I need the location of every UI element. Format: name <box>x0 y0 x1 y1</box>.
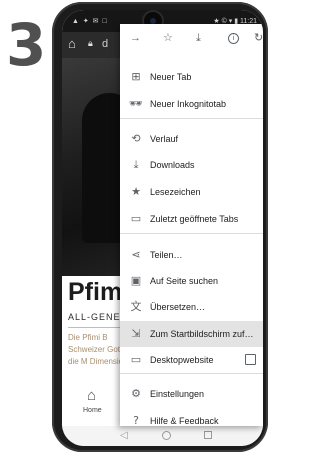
menu-item-find-in-page[interactable]: ▣ Auf Seite suchen <box>120 268 263 294</box>
page-description: Die Pfimi B Schweizer Gott, die M Dimens… <box>68 333 128 366</box>
menu-toolbar: → ☆ ⤓ i ↻ <box>120 24 263 52</box>
menu-item-label: Teilen… <box>150 250 183 260</box>
download-arrow-icon[interactable]: ⤓ <box>196 33 201 44</box>
find-in-page-icon: ▣ <box>130 274 142 287</box>
download-icon: ⤓ <box>133 158 139 171</box>
desktop-icon: ▭ <box>130 353 142 366</box>
menu-item-translate[interactable]: 文 Übersetzen… <box>120 294 263 320</box>
add-to-home-icon: ⇲ <box>131 327 141 340</box>
refresh-icon[interactable]: ↻ <box>254 33 263 44</box>
home-icon[interactable]: ⌂ <box>87 388 96 403</box>
phone-screen: ▲ ✦ ✉ □ ★ © ▾ ▮ 11:21 ⌂ 🔒︎ d Pfimi ALL-G… <box>62 10 263 446</box>
menu-item-share[interactable]: ⋖ Teilen… <box>120 242 263 268</box>
info-icon[interactable]: i <box>228 33 239 44</box>
menu-item-label: Zum Startbildschirm zuf… <box>150 329 254 339</box>
divider <box>68 327 128 328</box>
recent-tabs-icon: ▭ <box>130 212 142 225</box>
menu-item-label: Verlauf <box>150 134 179 144</box>
settings-icon: ⚙ <box>131 387 141 400</box>
share-icon: ⋖ <box>131 248 141 261</box>
incognito-icon: 🕶︎ <box>129 97 143 110</box>
lock-icon: 🔒︎ <box>88 38 93 48</box>
plus-box-icon: ⊞ <box>131 70 141 83</box>
menu-item-desktop[interactable]: ▭ Desktopwebsite <box>120 347 263 373</box>
star-icon: ★ <box>131 185 141 198</box>
menu-item-recent-tabs[interactable]: ▭ Zuletzt geöffnete Tabs <box>120 206 263 232</box>
menu-separator <box>120 118 263 119</box>
step-number: 3 <box>6 11 47 79</box>
translate-icon: 文 <box>130 300 142 313</box>
home-nav-label[interactable]: Home <box>83 407 102 414</box>
page-subtitle: ALL-GENE <box>68 312 121 322</box>
menu-item-history[interactable]: ⟲ Verlauf <box>120 126 263 152</box>
browser-home-icon[interactable]: ⌂ <box>68 37 76 50</box>
menu-item-label: Lesezeichen <box>150 187 201 197</box>
menu-item-label: Auf Seite suchen <box>150 276 219 286</box>
url-bar[interactable]: d <box>102 38 108 50</box>
menu-item-label: Neuer Tab <box>150 72 192 82</box>
menu-item-label: Hilfe & Feedback <box>150 416 219 426</box>
menu-item-label: Neuer Inkognitotab <box>150 99 227 109</box>
forward-arrow-icon[interactable]: → <box>130 33 141 44</box>
status-icons-left: ▲ ✦ ✉ □ <box>72 18 108 25</box>
menu-item-add-to-home[interactable]: ⇲ Zum Startbildschirm zuf… <box>120 321 263 347</box>
menu-item-label: Downloads <box>150 160 195 170</box>
menu-item-incognito[interactable]: 🕶︎ Neuer Inkognitotab <box>120 91 263 117</box>
menu-separator <box>120 373 263 374</box>
menu-item-download[interactable]: ⤓ Downloads <box>120 152 263 178</box>
menu-item-label: Einstellungen <box>150 389 205 399</box>
menu-item-star[interactable]: ★ Lesezeichen <box>120 179 263 205</box>
help-icon: ? <box>133 414 139 427</box>
menu-item-label: Übersetzen… <box>150 302 206 312</box>
menu-item-label: Desktopwebsite <box>150 355 214 365</box>
menu-item-settings[interactable]: ⚙ Einstellungen <box>120 381 263 407</box>
history-icon: ⟲ <box>131 132 141 145</box>
overflow-menu: → ☆ ⤓ i ↻ ⊞ Neuer Tab 🕶︎ Neuer Inkognitotab… <box>120 24 263 427</box>
menu-item-plus-box[interactable]: ⊞ Neuer Tab <box>120 64 263 90</box>
desktop-site-checkbox[interactable] <box>245 354 256 365</box>
bookmark-star-icon[interactable]: ☆ <box>163 33 173 44</box>
menu-item-help[interactable]: ? Hilfe & Feedback <box>120 408 263 434</box>
menu-separator <box>120 233 263 234</box>
menu-item-label: Zuletzt geöffnete Tabs <box>150 214 239 224</box>
